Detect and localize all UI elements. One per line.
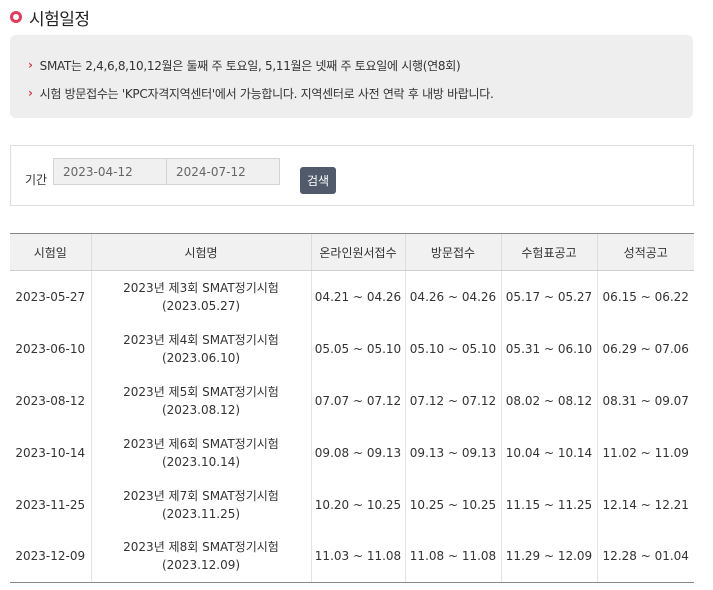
ticket-notice-period: 11.29 ~ 12.09 <box>500 530 597 583</box>
search-panel: 기간 검색 <box>10 145 694 206</box>
exam-name-title: 2023년 제3회 SMAT정기시험 <box>123 280 279 295</box>
exam-name-date: (2023.05.27) <box>161 298 241 313</box>
notice-item: › 시험 방문접수는 'KPC자격지역센터'에서 가능합니다. 지역센터로 사전… <box>28 79 693 107</box>
exam-date: 2023-06-10 <box>15 341 86 356</box>
exam-date: 2023-08-12 <box>15 393 86 408</box>
table-row: 2023-05-27 2023년 제3회 SMAT정기시험 (2023.05.27… <box>10 270 694 323</box>
visit-application-period: 10.25 ~ 10.25 <box>404 478 501 531</box>
online-application-period: 11.03 ~ 11.08 <box>310 530 405 583</box>
notice-text: SMAT는 2,4,6,8,10,12월은 둘째 주 토요일, 5,11월은 넷… <box>39 58 461 73</box>
exam-date: 2023-12-09 <box>10 530 91 583</box>
visit-application-period: 11.08 ~ 11.08 <box>404 530 501 583</box>
table-row: 2023-11-25 2023년 제7회 SMAT정기시험 (2023.11.25… <box>10 478 694 531</box>
column-header-exam-date: 시험일 <box>10 233 91 271</box>
exam-name: 2023년 제7회 SMAT정기시험 (2023.11.25) <box>90 478 311 531</box>
title-bullet-icon <box>10 11 22 23</box>
period-label: 기간 <box>25 173 48 187</box>
column-header-visit-application: 방문접수 <box>404 233 501 271</box>
column-header-online-application: 온라인원서접수 <box>310 233 405 271</box>
exam-date: 2023-10-14 <box>15 445 86 460</box>
result-notice-period: 12.14 ~ 12.21 <box>596 478 694 531</box>
notice-text: 시험 방문접수는 'KPC자격지역센터'에서 가능합니다. 지역센터로 사전 연… <box>39 86 494 101</box>
exam-schedule-table: 시험일 시험명 온라인원서접수 방문접수 수험표공고 성적공고 2023-05-… <box>10 233 694 583</box>
exam-name: 2023년 제5회 SMAT정기시험 (2023.08.12) <box>90 374 311 427</box>
exam-date: 2023-05-27 <box>15 289 86 304</box>
column-header-ticket-notice: 수험표공고 <box>500 233 597 271</box>
page-header: 시험일정 <box>10 6 90 30</box>
table-row: 2023-06-10 2023년 제4회 SMAT정기시험 (2023.06.10… <box>10 322 694 375</box>
ticket-notice-period: 05.31 ~ 06.10 <box>500 322 597 375</box>
table-header-row: 시험일 시험명 온라인원서접수 방문접수 수험표공고 성적공고 <box>10 233 694 271</box>
online-application-period: 10.20 ~ 10.25 <box>310 478 405 531</box>
online-application-period: 07.07 ~ 07.12 <box>310 374 405 427</box>
exam-name-title: 2023년 제6회 SMAT정기시험 <box>123 436 279 451</box>
ticket-notice-period: 05.17 ~ 05.27 <box>500 270 597 323</box>
exam-name: 2023년 제4회 SMAT정기시험 (2023.06.10) <box>90 322 311 375</box>
online-application-period: 04.21 ~ 04.26 <box>310 270 405 323</box>
exam-name: 2023년 제3회 SMAT정기시험 (2023.05.27) <box>90 270 311 323</box>
exam-name-title: 2023년 제7회 SMAT정기시험 <box>123 488 279 503</box>
online-application-period: 09.08 ~ 09.13 <box>310 426 405 479</box>
table-row: 2023-08-12 2023년 제5회 SMAT정기시험 (2023.08.12… <box>10 374 694 427</box>
chevron-right-icon: › <box>28 86 33 100</box>
exam-name-date: (2023.06.10) <box>161 350 241 365</box>
result-notice-period: 08.31 ~ 09.07 <box>596 374 694 427</box>
date-from-input[interactable] <box>53 158 167 185</box>
exam-name-date: (2023.10.14) <box>161 454 241 469</box>
search-button[interactable]: 검색 <box>300 167 336 194</box>
visit-application-period: 09.13 ~ 09.13 <box>404 426 501 479</box>
online-application-period: 05.05 ~ 05.10 <box>310 322 405 375</box>
result-notice-period: 12.28 ~ 01.04 <box>596 530 694 583</box>
column-header-result-notice: 성적공고 <box>596 233 694 271</box>
exam-name-date: (2023.08.12) <box>161 402 241 417</box>
date-to-input[interactable] <box>166 158 280 185</box>
result-notice-period: 11.02 ~ 11.09 <box>596 426 694 479</box>
exam-name: 2023년 제8회 SMAT정기시험 (2023.12.09) <box>90 530 311 583</box>
exam-name-title: 2023년 제4회 SMAT정기시험 <box>123 332 279 347</box>
chevron-right-icon: › <box>28 58 33 72</box>
table-row: 2023-10-14 2023년 제6회 SMAT정기시험 (2023.10.14… <box>10 426 694 479</box>
page-title: 시험일정 <box>29 9 90 30</box>
exam-name-date: (2023.12.09) <box>161 558 241 573</box>
ticket-notice-period: 11.15 ~ 11.25 <box>500 478 597 531</box>
exam-date: 2023-11-25 <box>15 497 86 512</box>
column-header-exam-name: 시험명 <box>90 233 311 271</box>
visit-application-period: 04.26 ~ 04.26 <box>404 270 501 323</box>
ticket-notice-period: 10.04 ~ 10.14 <box>500 426 597 479</box>
ticket-notice-period: 08.02 ~ 08.12 <box>500 374 597 427</box>
result-notice-period: 06.15 ~ 06.22 <box>596 270 694 323</box>
exam-name-date: (2023.11.25) <box>161 506 241 521</box>
result-notice-period: 06.29 ~ 07.06 <box>596 322 694 375</box>
exam-name-title: 2023년 제8회 SMAT정기시험 <box>123 540 279 555</box>
visit-application-period: 07.12 ~ 07.12 <box>404 374 501 427</box>
exam-name-title: 2023년 제5회 SMAT정기시험 <box>123 384 279 399</box>
exam-name: 2023년 제6회 SMAT정기시험 (2023.10.14) <box>90 426 311 479</box>
notice-box: › SMAT는 2,4,6,8,10,12월은 둘째 주 토요일, 5,11월은… <box>10 35 693 118</box>
table-row: 2023-12-09 2023년 제8회 SMAT정기시험 (2023.12.09… <box>10 530 694 583</box>
notice-item: › SMAT는 2,4,6,8,10,12월은 둘째 주 토요일, 5,11월은… <box>28 51 693 79</box>
visit-application-period: 05.10 ~ 05.10 <box>404 322 501 375</box>
